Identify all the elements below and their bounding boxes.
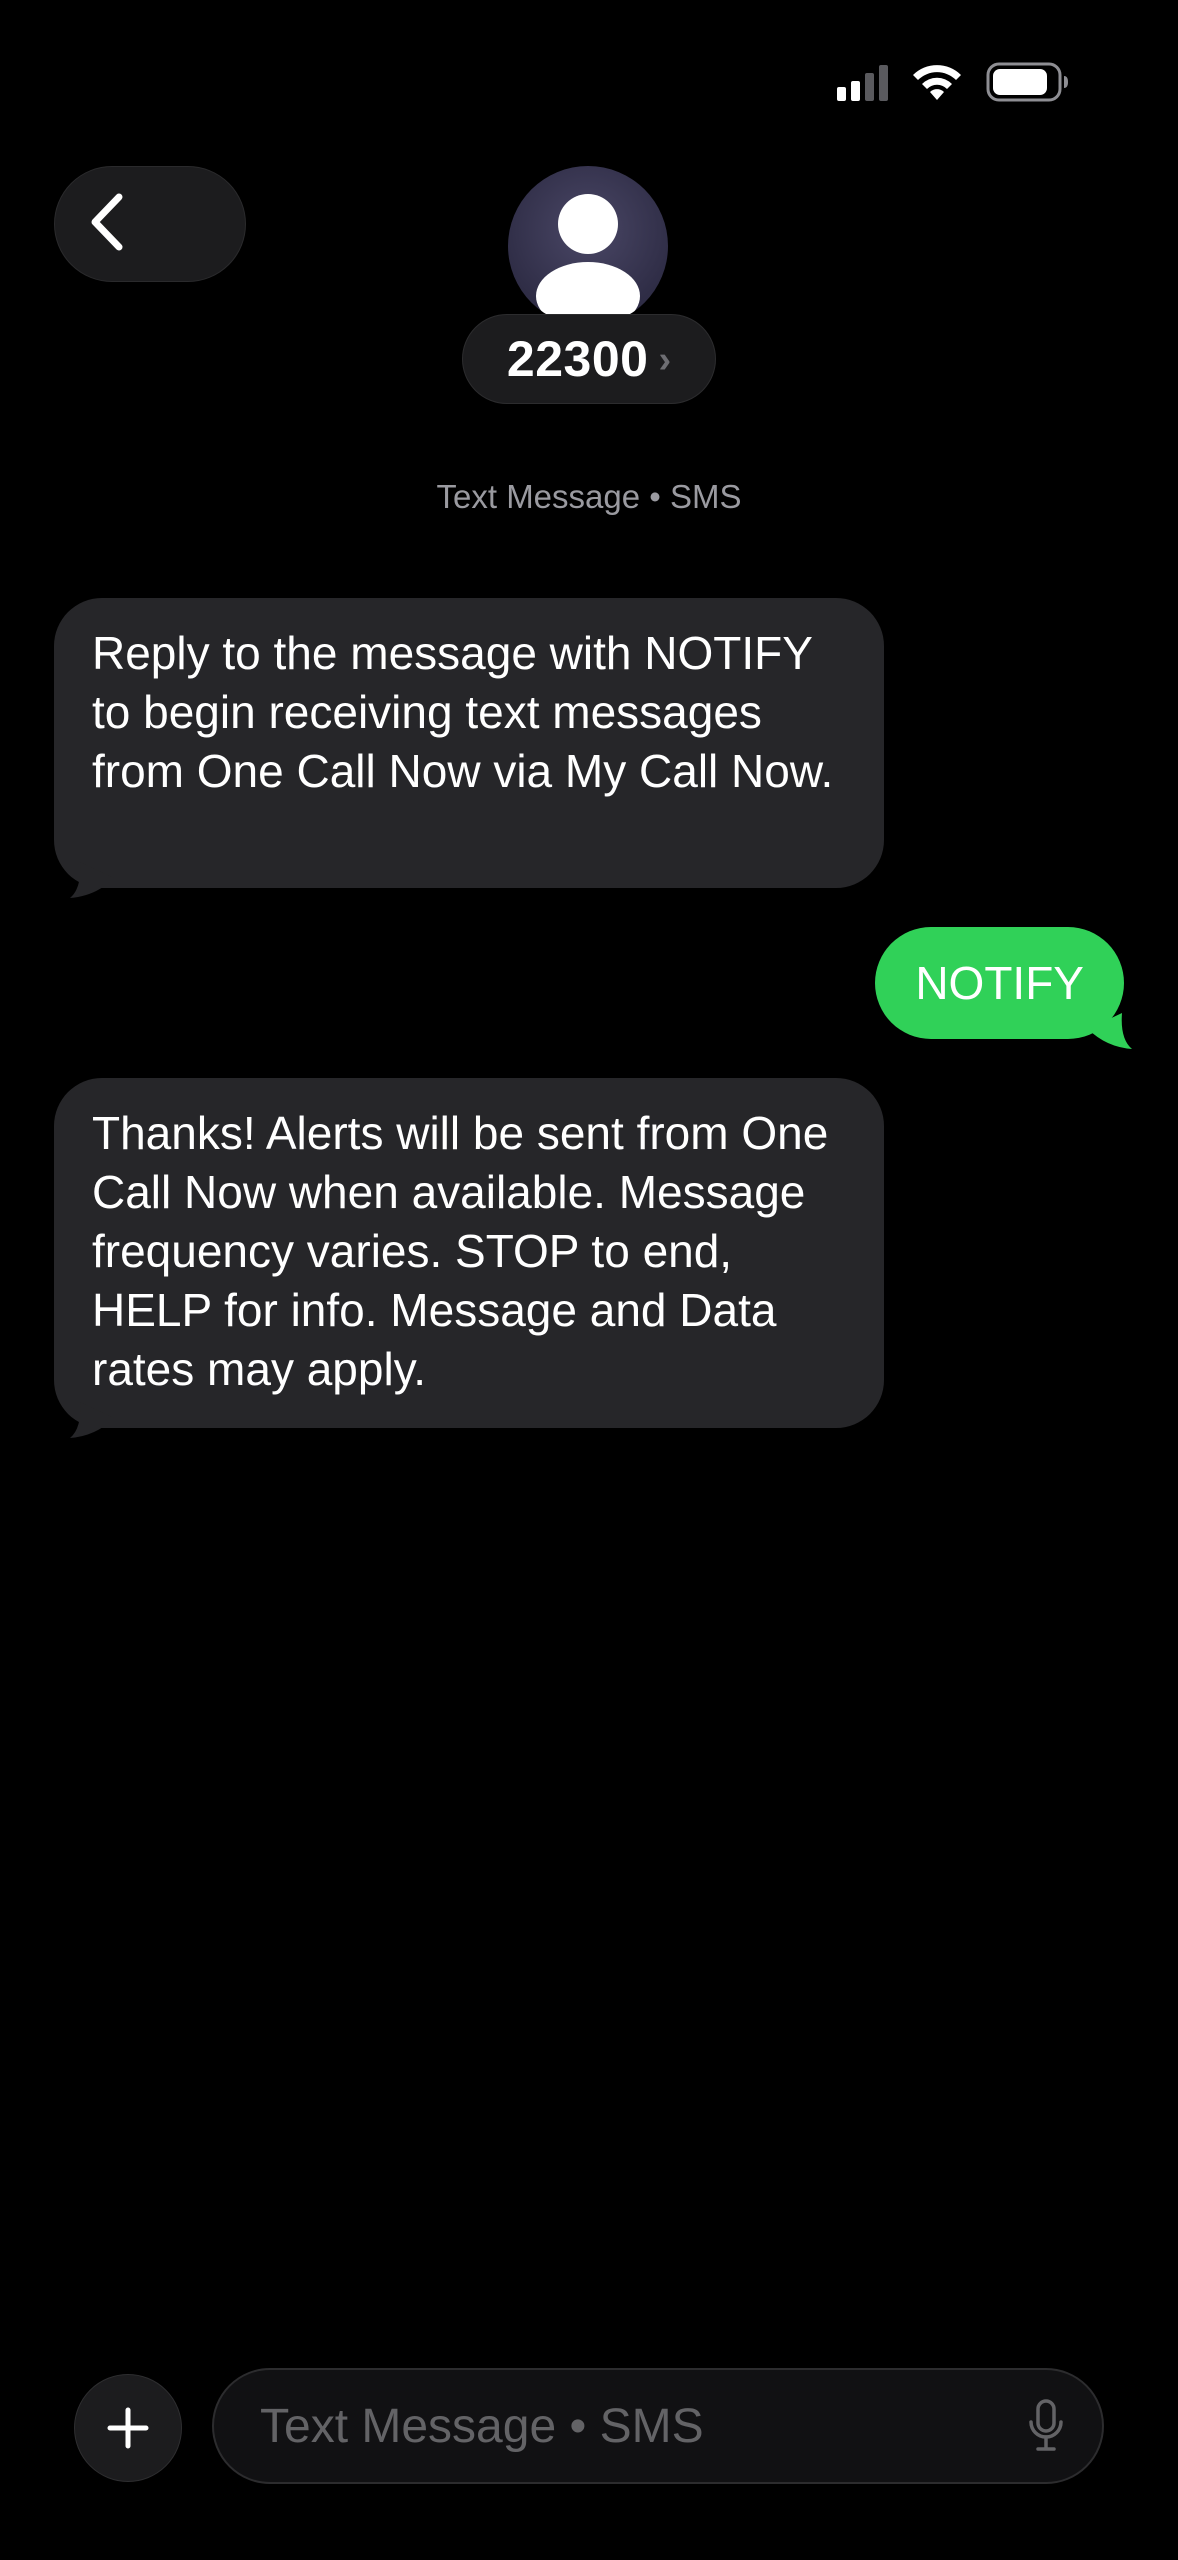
bubble-tail [1088,1013,1132,1049]
bubble-tail [70,862,114,898]
status-bar [837,62,1070,102]
microphone-icon[interactable] [1026,2398,1066,2454]
battery-icon [986,62,1070,102]
add-attachment-button[interactable] [74,2374,182,2482]
incoming-message[interactable]: Thanks! Alerts will be sent from One Cal… [54,1078,884,1438]
bubble-tail [70,1402,114,1438]
message-input-field[interactable] [212,2368,1104,2484]
plus-icon [107,2407,149,2449]
chevron-left-icon [87,191,127,258]
contact-name-button[interactable]: 22300 › [462,314,716,404]
message-text: Reply to the message with NOTIFY to begi… [92,627,834,797]
service-label: Text Message • SMS [436,478,742,515]
contact-avatar[interactable] [508,166,668,326]
cellular-signal-icon [837,63,888,101]
message-text: NOTIFY [915,956,1084,1009]
incoming-message[interactable]: Reply to the message with NOTIFY to begi… [54,598,884,898]
outgoing-message[interactable]: NOTIFY [875,927,1132,1049]
chevron-right-icon: › [658,338,672,381]
person-icon [536,194,640,326]
message-input[interactable] [258,2397,1026,2455]
back-button[interactable] [54,166,246,282]
contact-name: 22300 [506,331,649,387]
wifi-icon [910,62,964,102]
message-text: Thanks! Alerts will be sent from One Cal… [92,1107,829,1395]
